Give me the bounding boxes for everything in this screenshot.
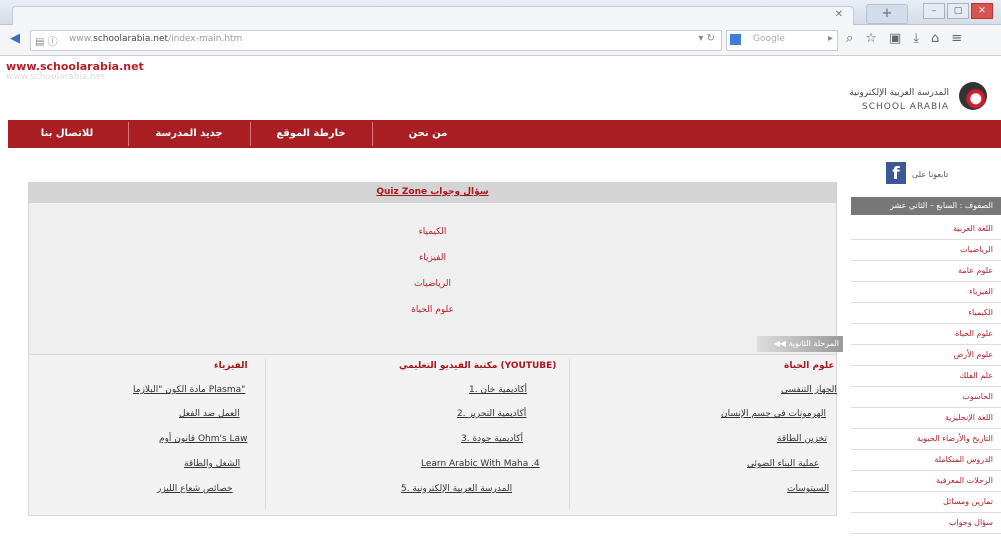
life-sciences-link[interactable]: عملية البناء الضوئي xyxy=(747,459,819,469)
life-sciences-link[interactable]: الهرمونات في جسم الإنسان xyxy=(721,409,826,419)
quiz-link[interactable]: الرياضيات xyxy=(29,279,836,289)
minimize-button[interactable]: – xyxy=(923,3,945,19)
quiz-link[interactable]: الفيزياء xyxy=(29,253,836,263)
school-arabia-logo[interactable]: المدرسة العربية الإلكترونية SCHOOL ARABI… xyxy=(839,76,989,120)
quiz-title[interactable]: Quiz Zone سؤال وجواب xyxy=(29,187,836,197)
search-box[interactable]: Google ▸ xyxy=(726,30,838,51)
column-heading-physics: الفيزياء xyxy=(214,361,248,371)
subjects-sidebar: الصفوف : السابع – الثاني عشر اللغة العرب… xyxy=(851,197,1001,534)
browser-titlebar: ✕ + – ▢ ✕ xyxy=(0,0,1001,25)
menu-about-us[interactable]: من نحن xyxy=(373,120,483,148)
quiz-link[interactable]: الكيمياء xyxy=(29,227,836,237)
bookmark-star-icon[interactable]: ☆ xyxy=(865,31,877,46)
double-arrow-icon: ◀◀ xyxy=(773,339,789,348)
web-page: www.schoolarabia.net www.schoolarabia.ne… xyxy=(0,56,1001,544)
site-identity-icon[interactable]: ▤ ⓘ xyxy=(35,33,58,48)
search-engine-icon[interactable] xyxy=(730,34,741,45)
life-sciences-link[interactable]: الجهاز التنفسي xyxy=(781,385,837,395)
life-sciences-link[interactable]: السيتوسات xyxy=(787,484,829,494)
search-placeholder: Google xyxy=(753,34,785,44)
sidebar-item[interactable]: علوم الأرض xyxy=(851,345,1001,366)
sidebar-item[interactable]: تمارين ومسائل xyxy=(851,492,1001,513)
facebook-icon[interactable]: f xyxy=(886,162,906,184)
sidebar-item[interactable]: علوم عامة xyxy=(851,261,1001,282)
menu-contact[interactable]: للاتصال بنا xyxy=(18,120,116,148)
close-window-button[interactable]: ✕ xyxy=(971,3,993,19)
sidebar-item[interactable]: الدروس المتكاملة xyxy=(851,450,1001,471)
search-icon[interactable]: ⌕ xyxy=(846,31,853,46)
column-heading-video-library: مكتبة الفيديو التعليمي (YOUTUBE) xyxy=(399,361,557,371)
home-icon[interactable]: ⌂ xyxy=(931,31,939,46)
sidebar-item[interactable]: اللغة العربية xyxy=(851,219,1001,240)
address-bar[interactable]: ▤ ⓘ www.schoolarabia.net/index-main.htm … xyxy=(30,30,722,51)
life-sciences-link[interactable]: تخزين الطاقة xyxy=(777,434,827,444)
sidebar-heading: الصفوف : السابع – الثاني عشر xyxy=(851,197,1001,215)
sidebar-item[interactable]: الرياضيات xyxy=(851,240,1001,261)
secondary-stage-label: المرحلة الثانوية xyxy=(788,339,839,348)
tab-strip: ✕ xyxy=(0,4,860,25)
maximize-button[interactable]: ▢ xyxy=(947,3,969,19)
secondary-links-table: علوم الحياة مكتبة الفيديو التعليمي (YOUT… xyxy=(28,354,837,516)
column-divider xyxy=(265,359,266,509)
video-library-link[interactable]: 3. أكاديمية جودة xyxy=(461,434,523,444)
quiz-zone-panel: Quiz Zone سؤال وجواب الكيمياء الفيزياء ا… xyxy=(28,182,837,372)
main-menu: للاتصال بنا جديد المدرسة خارطة الموقع من… xyxy=(8,120,1001,148)
sidebar-item[interactable]: الحاسوب xyxy=(851,387,1001,408)
quiz-title-bar: Quiz Zone سؤال وجواب xyxy=(29,183,836,203)
logo-arabic-text: المدرسة العربية الإلكترونية xyxy=(849,88,949,98)
video-library-link[interactable]: 1. أكاديمية خان xyxy=(469,385,527,395)
sidebar-item[interactable]: علم الفلك xyxy=(851,366,1001,387)
video-library-link[interactable]: 2. أكاديمية التحرير xyxy=(457,409,526,419)
close-tab-icon[interactable]: ✕ xyxy=(835,9,843,20)
sidebar-item[interactable]: الفيزياء xyxy=(851,282,1001,303)
sidebar-item[interactable]: الرحلات المعرفية xyxy=(851,471,1001,492)
menu-sitemap[interactable]: خارطة الموقع xyxy=(251,120,371,148)
download-icon[interactable]: ⤓ xyxy=(913,31,919,46)
sidebar-item[interactable]: التاريخ والأرضاء الحيوية xyxy=(851,429,1001,450)
physics-link[interactable]: مادة الكون "البلازما Plasma" xyxy=(133,385,245,395)
site-url-reflection: www.schoolarabia.net xyxy=(6,72,106,82)
quiz-link[interactable]: علوم الحياة xyxy=(29,305,836,315)
search-go-icon[interactable]: ▸ xyxy=(828,33,833,44)
menu-school-news[interactable]: جديد المدرسة xyxy=(129,120,249,148)
logo-mark-icon xyxy=(959,82,987,110)
browser-tab[interactable]: ✕ xyxy=(12,6,854,25)
browser-navbar: ◀ ▤ ⓘ www.schoolarabia.net/index-main.ht… xyxy=(0,25,1001,56)
facebook-label: تابعونا على xyxy=(912,170,949,179)
logo-english-text: SCHOOL ARABIA xyxy=(862,102,949,112)
secondary-stage-tag: ◀◀ المرحلة الثانوية xyxy=(757,336,843,352)
window-controls: – ▢ ✕ xyxy=(921,3,993,19)
video-library-link[interactable]: 5. المدرسة العربية الإلكترونية xyxy=(401,484,512,494)
address-text: www.schoolarabia.net/index-main.htm xyxy=(69,34,243,44)
menu-icon[interactable]: ≡ xyxy=(951,31,962,46)
column-heading-life-sciences[interactable]: علوم الحياة xyxy=(784,358,835,374)
back-button[interactable]: ◀ xyxy=(6,30,24,48)
sidebar-item[interactable]: سؤال وجواب xyxy=(851,513,1001,534)
physics-link[interactable]: الشغل والطاقة xyxy=(184,459,240,469)
physics-link[interactable]: العمل ضد الفعل xyxy=(179,409,240,419)
toolbar-icons: ⌕ ☆ ▣ ⤓ ⌂ ≡ xyxy=(846,31,962,46)
library-icon[interactable]: ▣ xyxy=(889,31,901,46)
video-library-link[interactable]: Learn Arabic With Maha .4 xyxy=(421,459,540,469)
sidebar-item[interactable]: الكيمياء xyxy=(851,303,1001,324)
column-divider xyxy=(569,359,570,509)
reload-icon[interactable]: ▾ ↻ xyxy=(698,33,715,44)
new-tab-button[interactable]: + xyxy=(866,4,908,24)
sidebar-item[interactable]: اللغة الإنجليزية xyxy=(851,408,1001,429)
physics-link[interactable]: خصائص شعاع الليزر xyxy=(157,484,233,494)
sidebar-item[interactable]: علوم الحياة xyxy=(851,324,1001,345)
physics-link[interactable]: قانون أوم Ohm's Law xyxy=(159,434,247,444)
